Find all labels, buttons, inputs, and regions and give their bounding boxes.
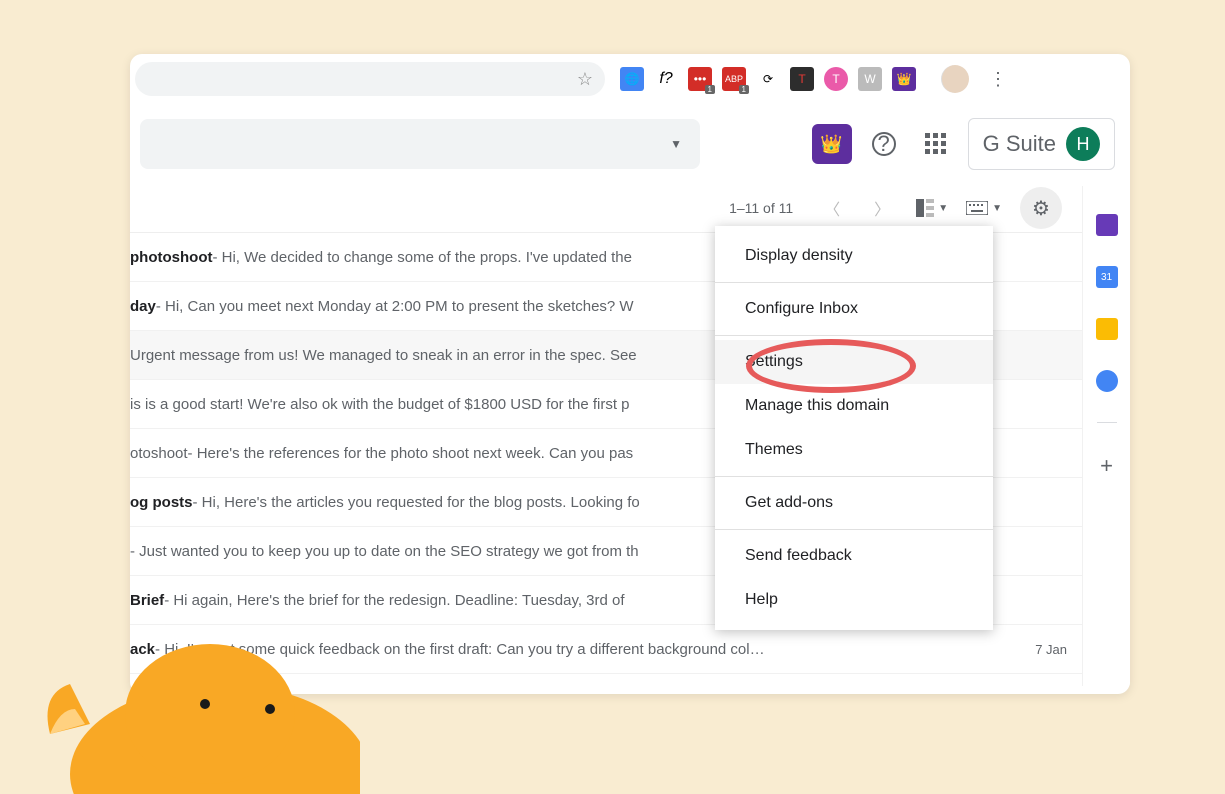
menu-configure-inbox[interactable]: Configure Inbox	[715, 287, 993, 331]
extensions-area: 🌐 f? •••1 ABP1 ⟳ T T W 👑 ⋮	[620, 65, 1007, 93]
split-pane-icon	[916, 199, 934, 217]
apps-button[interactable]	[916, 133, 956, 155]
mail-toolbar: 1–11 of 11 〈 〉 ▼ ▼ ⚙	[130, 184, 1082, 232]
app-header: ▼ 👑 ? G Suite H	[130, 104, 1130, 184]
keyboard-icon	[966, 201, 988, 215]
menu-divider	[715, 335, 993, 336]
email-subject: photoshoot	[130, 249, 212, 266]
email-snippet: - Just wanted you to keep you up to date…	[130, 543, 639, 560]
gsuite-label: G Suite	[983, 131, 1056, 157]
help-button[interactable]: ?	[864, 132, 904, 156]
menu-get-addons[interactable]: Get add-ons	[715, 481, 993, 525]
account-avatar[interactable]: H	[1066, 127, 1100, 161]
email-snippet: - Hi, Here's the articles you requested …	[193, 494, 640, 511]
gear-icon: ⚙	[1032, 196, 1050, 221]
apps-grid-icon	[925, 133, 947, 155]
email-subject: otoshoot	[130, 445, 188, 462]
extension-w-icon[interactable]: W	[858, 67, 882, 91]
browser-profile-avatar[interactable]	[941, 65, 969, 93]
caret-down-icon[interactable]: ▼	[670, 137, 682, 151]
email-subject: Brief	[130, 592, 164, 609]
menu-display-density[interactable]: Display density	[715, 234, 993, 278]
email-subject: day	[130, 298, 156, 315]
side-panel: 31 +	[1082, 186, 1130, 686]
email-snippet: is is a good start! We're also ok with t…	[130, 396, 630, 413]
address-bar[interactable]: ☆	[135, 62, 605, 96]
email-snippet: - Hi again, Here's the brief for the red…	[164, 592, 624, 609]
star-icon[interactable]: ☆	[577, 69, 593, 90]
crown-button[interactable]: 👑	[812, 124, 852, 164]
search-input[interactable]: ▼	[140, 119, 700, 169]
settings-dropdown-menu: Display density Configure Inbox Settings…	[715, 226, 993, 630]
menu-divider	[715, 282, 993, 283]
addon-icon-1[interactable]	[1096, 214, 1118, 236]
browser-menu-icon[interactable]: ⋮	[989, 69, 1007, 90]
email-snippet: - Here's the references for the photo sh…	[188, 445, 634, 462]
email-snippet: - Hi, Can you meet next Monday at 2:00 P…	[156, 298, 634, 315]
app-window: ☆ 🌐 f? •••1 ABP1 ⟳ T T W 👑 ⋮ ▼ 👑 ? G Su	[130, 54, 1130, 694]
calendar-icon[interactable]: 31	[1096, 266, 1118, 288]
menu-manage-domain[interactable]: Manage this domain	[715, 384, 993, 428]
page-count: 1–11 of 11	[729, 200, 793, 216]
add-addon-button[interactable]: +	[1100, 453, 1113, 479]
menu-send-feedback[interactable]: Send feedback	[715, 534, 993, 578]
email-date: 7 Jan	[1015, 642, 1067, 657]
help-icon: ?	[872, 132, 896, 156]
extension-adblock-icon[interactable]: ABP1	[722, 67, 746, 91]
extension-crown-icon[interactable]: 👑	[892, 67, 916, 91]
email-snippet: - Hi, We decided to change some of the p…	[212, 249, 632, 266]
email-subject: og posts	[130, 494, 193, 511]
extension-font-icon[interactable]: f?	[654, 67, 678, 91]
menu-divider	[715, 529, 993, 530]
keep-icon[interactable]	[1096, 318, 1118, 340]
extension-refresh-icon[interactable]: ⟳	[756, 67, 780, 91]
cat-mascot	[40, 614, 360, 794]
extension-pink-icon[interactable]: T	[824, 67, 848, 91]
email-snippet: Urgent message from us! We managed to sn…	[130, 347, 637, 364]
menu-settings[interactable]: Settings	[715, 340, 993, 384]
menu-divider	[715, 476, 993, 477]
input-tools-button[interactable]: ▼	[966, 201, 1002, 215]
next-page-button[interactable]: 〉	[866, 188, 898, 228]
extension-tab-icon[interactable]: T	[790, 67, 814, 91]
settings-button[interactable]: ⚙	[1020, 187, 1062, 229]
gsuite-account-box[interactable]: G Suite H	[968, 118, 1115, 170]
menu-themes[interactable]: Themes	[715, 428, 993, 472]
tasks-icon[interactable]	[1096, 370, 1118, 392]
extension-translate-icon[interactable]: 🌐	[620, 67, 644, 91]
prev-page-button[interactable]: 〈	[816, 188, 848, 228]
split-pane-button[interactable]: ▼	[916, 199, 948, 217]
browser-toolbar: ☆ 🌐 f? •••1 ABP1 ⟳ T T W 👑 ⋮	[130, 54, 1130, 104]
menu-help[interactable]: Help	[715, 578, 993, 622]
extension-lastpass-icon[interactable]: •••1	[688, 67, 712, 91]
rail-divider	[1097, 422, 1117, 423]
